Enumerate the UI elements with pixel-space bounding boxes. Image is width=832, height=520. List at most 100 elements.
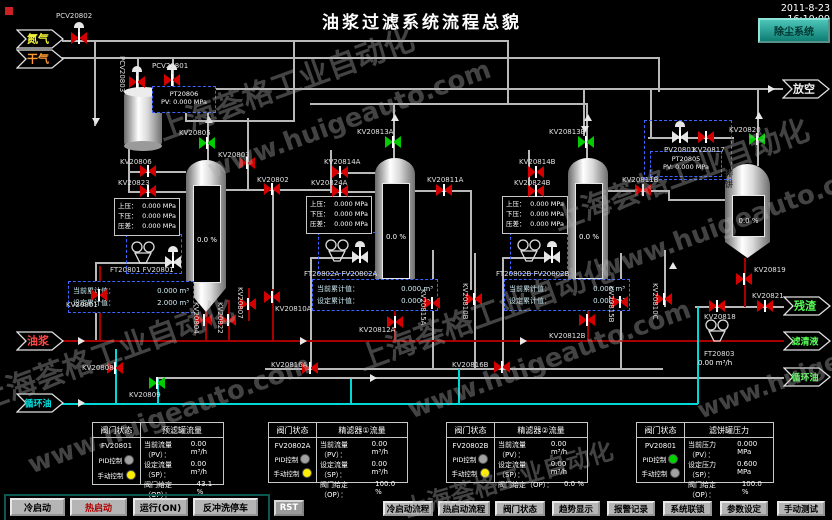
pt-box-pt20805: PT20805PV: 0.000 MPa [650,151,722,177]
parameter-setting-button[interactable]: 参数设定 [720,501,768,516]
pid-control-indicator[interactable]: PID控制 [275,454,311,464]
valve-stem-bar [642,184,644,196]
mode-lamp-icon [124,455,134,465]
valve-status-header: 阀门状态 [637,423,685,437]
control-mode-column: FV20802APID控制手动控制 [269,438,317,482]
cold-start-button[interactable]: 冷启动 [10,498,65,516]
valve-fv20802b[interactable] [544,251,560,263]
manual-test-button[interactable]: 手动测试 [777,501,825,516]
valve-pcv20802[interactable] [71,32,87,44]
run-on-button[interactable]: 运行(ON) [133,498,188,516]
actuator-stem [172,252,174,256]
valve-kv20810a[interactable] [264,291,280,303]
pid-control-indicator[interactable]: PID控制 [453,454,489,464]
valve-kv20821[interactable] [757,300,773,312]
value-number: 0.0 % [564,480,584,490]
valve-stem-bar [203,314,205,326]
valve-kv20817[interactable] [698,131,714,143]
pressure-value: 0.000 MPa [530,199,564,209]
pid-control-indicator[interactable]: PID控制 [643,454,679,464]
status-panel-4: 阀门状态滤饼罐压力PV20801PID控制手动控制当前压力（PV）：0.000 … [636,422,774,483]
kv20811a-label: KV20811A [427,176,463,184]
valve-kv20820[interactable] [749,133,765,145]
mode-label: 手动控制 [98,470,124,480]
valve-shape [137,76,145,88]
status-panel-body: FV20802APID控制手动控制当前流量（PV）：0.00 m³/h设定流量（… [269,438,407,482]
pipe-line [474,253,476,369]
mode-label: 手动控制 [274,468,300,478]
pipe-line [128,171,186,173]
panel-title: 精滤器①流量 [317,423,407,437]
valve-kv20805[interactable] [199,137,215,149]
valve-pcv20803[interactable] [129,76,145,88]
manual-control-indicator[interactable]: 手动控制 [452,468,490,478]
flow-meter-icon-ft20802a [322,238,352,268]
valve-fv20802a[interactable] [352,251,368,263]
pt-tag: PT20806 [153,90,215,98]
pressure-row: 上压：0.000 MPa [118,201,176,211]
status-panel-body: FV20802BPID控制手动控制当前流量（PV）：0.00 m³/h设定流量（… [447,438,587,482]
hot-start-flow-button[interactable]: 热启动流程 [438,501,490,516]
totalizer-row: 设定累计值：0.000 m³ [317,295,433,307]
valve-pcv20801[interactable] [164,74,180,86]
valve-kv20812b[interactable] [579,314,595,326]
vessel-cone [725,242,770,258]
actuator-dome-icon [132,66,142,72]
valve-kv20819[interactable] [736,273,752,285]
kv20812a-label: KV20812A [359,326,395,334]
backflush-stop-button[interactable]: 反冲洗停车 [193,498,258,516]
manual-control-indicator[interactable]: 手动控制 [98,470,136,480]
system-interlock-button[interactable]: 系统联锁 [663,501,712,516]
dust-system-button[interactable]: 除尘系统 [758,18,830,43]
valve-shape [204,314,212,326]
valve-kv20811a[interactable] [436,184,452,196]
kv20815a-label: KV20815A [419,289,427,325]
alarm-record-button[interactable]: 报警记录 [607,501,655,516]
cold-start-flow-button[interactable]: 冷启动流程 [383,501,433,516]
kv20813b-label: KV20813B [549,128,585,136]
valve-kv20811b[interactable] [635,184,651,196]
io-arrow-dry-gas-inlet: 干气 [16,49,64,73]
pressure-row: 下压：0.000 MPa [118,211,176,221]
valve-kv20813b[interactable] [578,136,594,148]
actuator-dome-icon [547,241,557,247]
valve-kv20814a[interactable] [332,166,348,178]
page-title: 油浆过滤系统流程总貌 [280,8,564,33]
kv20804-label: KV20804 [192,302,200,334]
valve-pv20801[interactable] [672,131,688,143]
valve-stem-bar [98,289,100,301]
valve-shape [717,300,725,312]
manual-control-indicator[interactable]: 手动控制 [274,468,312,478]
pressure-row: 压差：0.000 MPa [118,221,176,231]
valve-kv20816b[interactable] [494,361,510,373]
valve-kv20809[interactable] [149,377,165,389]
valve-kv20813a[interactable] [385,136,401,148]
valve-shape [680,131,688,143]
pressure-row: 压差：0.000 MPa [506,219,564,229]
trend-display-button[interactable]: 趋势显示 [552,501,600,516]
valve-stem-bar [501,361,503,373]
hot-start-button[interactable]: 热启动 [70,498,127,516]
pcv20803-label: PCV20803 [118,56,126,92]
rst-button[interactable]: RST [274,500,304,516]
valve-stem-bar [535,166,537,178]
pid-control-indicator[interactable]: PID控制 [99,455,135,465]
manual-control-indicator[interactable]: 手动控制 [642,468,680,478]
valve-status-button[interactable]: 阀门状态 [495,501,545,516]
valve-kv20801[interactable] [91,289,107,301]
pt-tag: PT20805 [651,155,721,163]
pipe-line [185,120,295,122]
valve-kv20818[interactable] [709,300,725,312]
valve-shape [310,362,318,374]
value-number: 0.00 m³/h [191,440,220,460]
valve-stem-bar [271,291,273,303]
pressure-row: 下压：0.000 MPa [506,209,564,219]
valve-shape [664,293,672,305]
valve-fv20801[interactable] [165,256,181,268]
valve-kv20814b[interactable] [528,166,544,178]
valve-stem-bar [206,137,208,149]
valve-kv20802[interactable] [264,183,280,195]
valve-kv20806[interactable] [140,165,156,177]
panel-title: 滤饼罐压力 [685,423,773,437]
v-inner-window: 0.0 % [575,183,603,279]
